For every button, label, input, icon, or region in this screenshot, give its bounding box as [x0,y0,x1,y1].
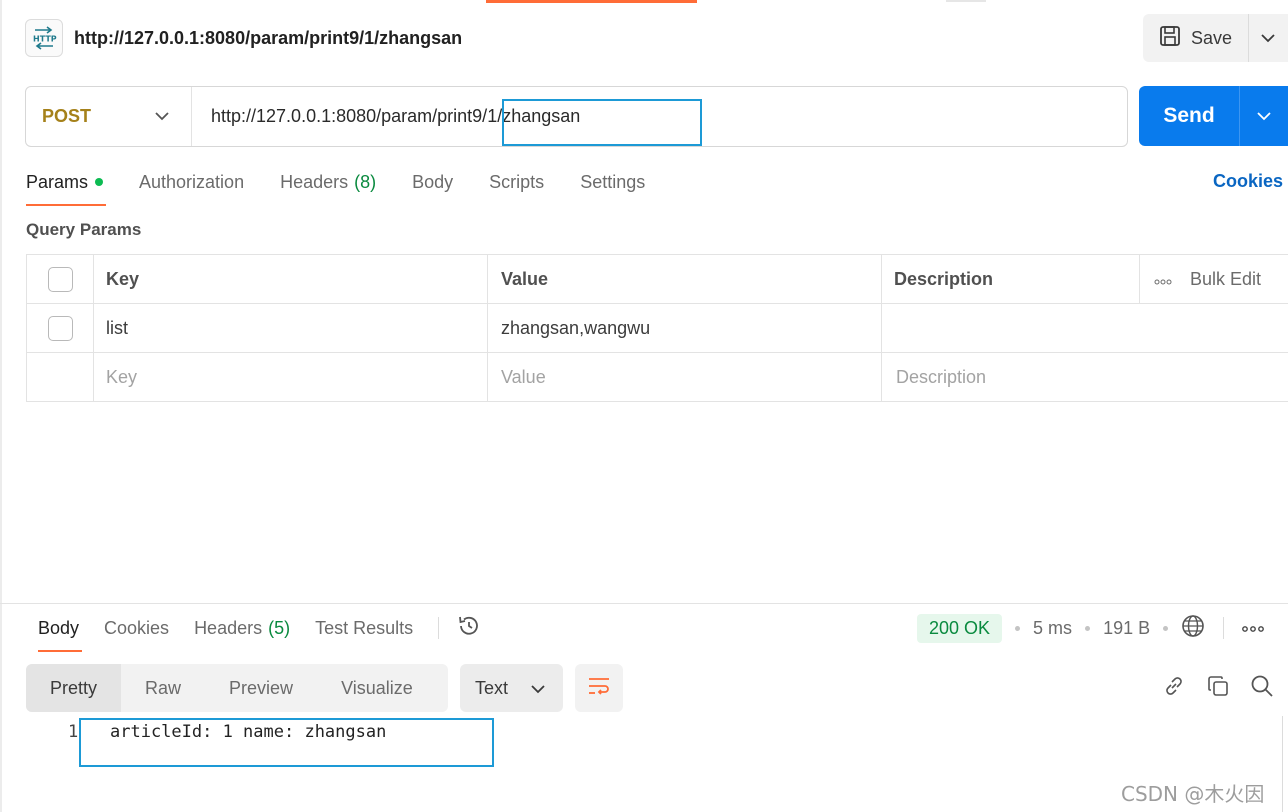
response-highlight-box [79,718,494,767]
table-row: list zhangsan,wangwu [26,304,1288,353]
http-icon: HTTP [25,19,63,57]
meta-separator [1015,625,1021,631]
response-size[interactable]: 191 B [1103,618,1150,639]
tab-headers-label: Headers [280,171,349,192]
response-actions [1162,674,1288,698]
select-all-cell [26,255,93,303]
column-value: Value [487,255,881,303]
save-label: Save [1191,27,1233,48]
save-button[interactable]: Save [1143,14,1288,62]
table-row-empty: Key Value Description [26,353,1288,402]
send-label: Send [1163,104,1215,127]
column-description: Description [881,255,1139,303]
response-tab-cookies[interactable]: Cookies [104,618,169,639]
tab-headers[interactable]: Headers (8) [280,172,376,193]
param-value-cell[interactable]: zhangsan,wangwu [487,304,881,352]
search-icon[interactable] [1250,674,1274,698]
value-placeholder-input[interactable]: Value [487,353,881,401]
query-params-title: Query Params [26,220,142,239]
save-options-chevron-icon[interactable] [1249,33,1287,43]
tab-scripts[interactable]: Scripts [489,172,544,193]
link-icon[interactable] [1162,674,1186,698]
request-header: HTTP http://127.0.0.1:8080/param/print9/… [25,18,462,58]
tab-body-label: Body [412,171,454,192]
row-checkbox[interactable] [47,315,73,341]
status-badge[interactable]: 200 OK [917,613,1003,643]
request-title[interactable]: http://127.0.0.1:8080/param/print9/1/zha… [74,28,462,49]
empty-check-cell [26,353,93,401]
response-tab-test-results[interactable]: Test Results [315,618,413,639]
url-highlight-box [502,99,702,146]
query-params-table: Key Value Description Bulk Edit list zha… [26,254,1288,402]
tab-authorization-label: Authorization [139,171,245,192]
tab-active-underline [26,204,106,206]
headers-count: (8) [354,171,377,192]
send-options-chevron-icon[interactable] [1240,111,1288,121]
response-tab-body-label: Body [38,617,80,638]
svg-text:HTTP: HTTP [33,35,57,44]
column-key: Key [93,255,487,303]
tab-settings[interactable]: Settings [580,172,645,193]
request-tabs: Params Authorization Headers (8) Body Sc… [26,170,681,194]
active-tab-accent [486,0,697,3]
param-description-cell[interactable] [881,304,1288,352]
response-tab-cookies-label: Cookies [104,617,170,638]
response-time[interactable]: 5 ms [1033,618,1072,639]
watermark: CSDN @木火因 [1121,782,1265,806]
tab-scripts-label: Scripts [489,171,545,192]
chevron-down-icon [155,108,169,126]
param-key-cell[interactable]: list [93,304,487,352]
response-tab-underline [38,650,82,652]
tab-settings-label: Settings [580,171,646,192]
meta-separator [1085,625,1091,631]
row-check-cell [26,304,93,352]
response-tab-headers-label: Headers [194,617,263,638]
more-options-icon[interactable] [1242,619,1265,637]
params-active-dot [95,178,104,186]
select-all-checkbox[interactable] [47,266,73,292]
meta-separator [1163,625,1169,631]
view-raw[interactable]: Raw [121,664,205,712]
tab-params[interactable]: Params [26,171,104,193]
table-header-row: Key Value Description Bulk Edit [26,255,1288,304]
method-select[interactable]: POST [26,87,192,146]
scrollbar[interactable] [1282,716,1288,812]
copy-icon[interactable] [1206,674,1230,698]
response-tabs: Body Cookies Headers (5) Test Results [38,616,481,640]
response-view-switcher: Pretty Raw Preview Visualize [26,664,448,712]
chevron-down-icon [531,678,545,699]
response-headers-count: (5) [268,617,291,638]
wrap-lines-icon [587,675,611,702]
view-visualize[interactable]: Visualize [317,664,437,712]
response-meta: 200 OK 5 ms 191 B [917,613,1265,643]
response-tab-separator [438,617,440,639]
view-preview[interactable]: Preview [205,664,317,712]
key-placeholder-input[interactable]: Key [93,353,487,401]
wrap-lines-button[interactable] [575,664,623,712]
response-tab-body[interactable]: Body [38,618,79,639]
more-options-icon[interactable] [1154,269,1172,290]
response-divider[interactable] [0,603,1288,604]
tab-body[interactable]: Body [412,172,453,193]
tab-authorization[interactable]: Authorization [139,172,244,193]
meta-divider [1223,617,1225,639]
history-icon[interactable] [457,614,481,643]
tab-separator [946,0,986,2]
bulk-edit-button[interactable]: Bulk Edit [1139,255,1288,303]
tab-params-label: Params [26,171,89,192]
send-button[interactable]: Send [1139,86,1288,146]
format-label: Text [475,677,509,698]
bulk-edit-label: Bulk Edit [1190,268,1262,289]
response-tab-headers[interactable]: Headers (5) [194,618,290,639]
method-label: POST [42,106,92,126]
response-tab-test-results-label: Test Results [315,617,414,638]
save-icon [1159,25,1181,52]
cookies-link[interactable]: Cookies [1213,171,1283,192]
view-pretty[interactable]: Pretty [26,664,122,712]
globe-icon[interactable] [1181,614,1205,643]
format-select[interactable]: Text [460,664,563,712]
left-border [0,0,2,812]
description-placeholder-input[interactable]: Description [881,353,1288,401]
